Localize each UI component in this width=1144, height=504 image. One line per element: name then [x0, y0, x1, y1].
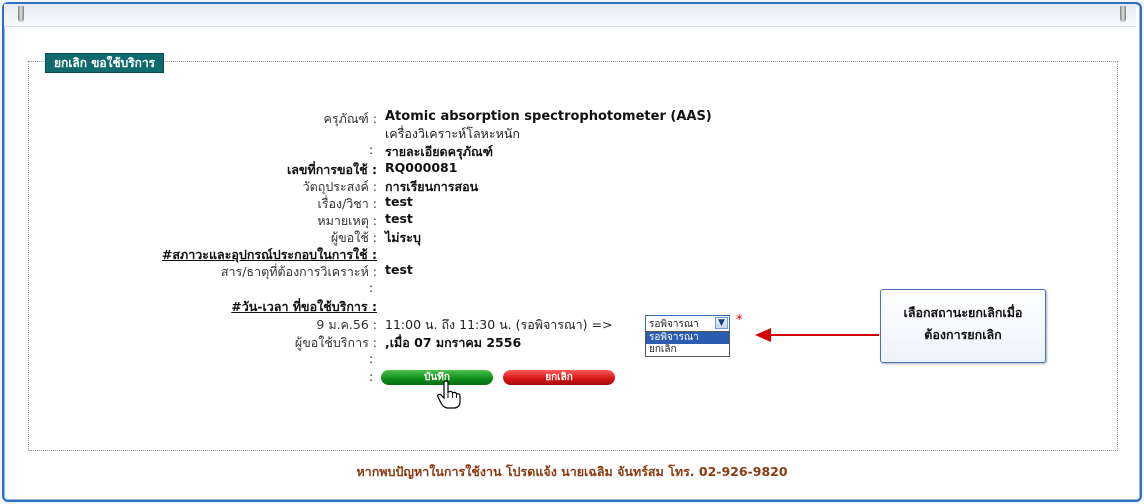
- buttons-colon: :: [369, 369, 374, 384]
- top-bar: [4, 4, 1136, 27]
- instrument-label: ครุภัณฑ์ :: [323, 111, 377, 126]
- time-range: 11:00 น. ถึง 11:30 น. (รอพิจารณา) =>: [385, 317, 613, 332]
- pointer-arrow-icon: [755, 328, 879, 342]
- status-select-value: รอพิจารณา: [649, 319, 699, 330]
- hand-cursor-icon: [437, 380, 461, 409]
- callout-line-1: เลือกสถานะยกเลิกเมื่อ: [903, 305, 1023, 320]
- status-dropdown: รอพิจารณา ยกเลิก: [645, 331, 730, 357]
- subject-value: test: [385, 194, 413, 209]
- status-select[interactable]: รอพิจารณา ▼: [645, 315, 730, 332]
- status-option-pending[interactable]: รอพิจารณา: [646, 332, 729, 344]
- instrument-sub: เครื่องวิเคราะห์โลหะหนัก: [385, 126, 520, 141]
- detail-link[interactable]: รายละเอียดครุภัณฑ์: [385, 142, 493, 162]
- instruction-callout: เลือกสถานะยกเลิกเมื่อ ต้องการยกเลิก: [880, 289, 1046, 363]
- service-requester-value: ,เมื่อ 07 มกราคม 2556: [385, 335, 522, 350]
- footer-contact: หากพบปัญหาในการใช้งาน โปรดแจ้ง นายเฉลิม …: [356, 464, 788, 479]
- required-star: *: [736, 313, 743, 328]
- detail-colon: :: [369, 142, 374, 157]
- blank-colon: :: [369, 280, 374, 295]
- datetime-heading: #วัน-เวลา ที่ขอใช้บริการ :: [231, 299, 377, 314]
- status-option-cancel[interactable]: ยกเลิก: [646, 344, 729, 356]
- callout-line-2: ต้องการยกเลิก: [924, 327, 1002, 342]
- instrument-name: Atomic absorption spectrophotometer (AAS…: [385, 109, 712, 124]
- substance-value: test: [385, 262, 413, 277]
- left-hook-decoration: [18, 6, 24, 22]
- form-legend: ยกเลิก ขอใช้บริการ: [45, 53, 165, 73]
- request-no-value: RQ000081: [385, 160, 458, 175]
- service-requester-label: ผู้ขอใช้บริการ :: [294, 335, 377, 350]
- requester-value: ไม่ระบุ: [385, 230, 421, 245]
- substance-label: สาร/ธาตุที่ต้องการวิเคราะห์ :: [220, 264, 377, 279]
- right-hook-decoration: [1120, 6, 1126, 22]
- blank-colon-2: :: [369, 351, 374, 366]
- date-label: 9 ม.ค.56 :: [316, 317, 377, 332]
- chevron-down-icon[interactable]: ▼: [715, 317, 728, 329]
- remark-value: test: [385, 211, 413, 226]
- cancel-button[interactable]: ยกเลิก: [503, 370, 615, 385]
